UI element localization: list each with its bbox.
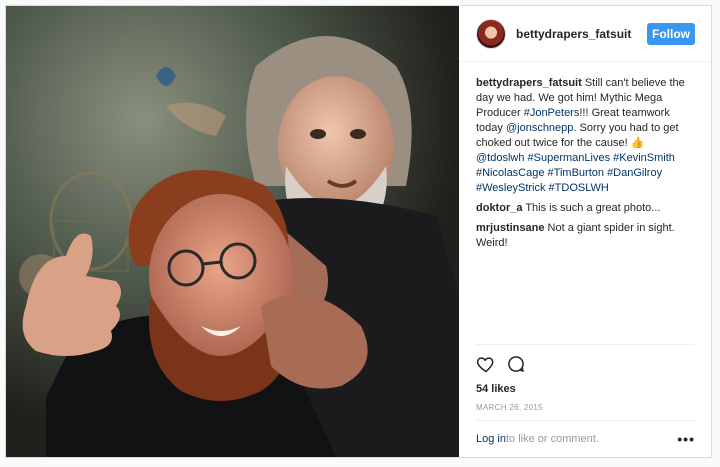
hashtag-timburton[interactable]: #TimBurton <box>548 167 604 179</box>
mention-tdoslwh[interactable]: @tdoslwh <box>476 152 524 164</box>
login-row: Log in to like or comment. ••• <box>476 420 695 457</box>
hashtag-tdoslwh[interactable]: #TDOSLWH <box>549 182 609 194</box>
hashtag-jonpeters[interactable]: #JonPeters <box>524 107 580 119</box>
comment: doktor_a This is such a great photo... <box>476 201 695 216</box>
comment: mrjustinsane Not a giant spider in sight… <box>476 221 695 251</box>
caption: bettydrapers_fatsuit Still can't believe… <box>476 76 695 196</box>
hashtag-nicolascage[interactable]: #NicolasCage <box>476 167 544 179</box>
heart-icon[interactable] <box>476 354 496 374</box>
hashtag-dangilroy[interactable]: #DanGilroy <box>607 167 662 179</box>
hashtag-wesleystrick[interactable]: #WesleyStrick <box>476 182 545 194</box>
like-count[interactable]: 54 likes <box>476 383 695 395</box>
post-header: bettydrapers_fatsuit Follow <box>459 6 711 62</box>
follow-button[interactable]: Follow <box>647 22 695 45</box>
user-avatar[interactable] <box>476 18 506 49</box>
action-icons <box>476 353 695 375</box>
post-date[interactable]: MARCH 26, 2015 <box>476 403 695 412</box>
comment-icon[interactable] <box>506 354 526 374</box>
hashtag-kevinsmith[interactable]: #KevinSmith <box>613 152 675 164</box>
post-photo[interactable] <box>6 6 459 457</box>
comment-author[interactable]: mrjustinsane <box>476 222 544 234</box>
mention-jonschnepp[interactable]: @jonschnepp <box>506 122 573 134</box>
more-options-icon[interactable]: ••• <box>677 432 695 446</box>
post-sidebar: bettydrapers_fatsuit Follow bettydrapers… <box>459 6 711 457</box>
hashtag-supermanlives[interactable]: #SupermanLives <box>528 152 611 164</box>
login-link[interactable]: Log in <box>476 433 506 445</box>
post-actions: 54 likes MARCH 26, 2015 <box>476 344 695 420</box>
header-username[interactable]: bettydrapers_fatsuit <box>516 27 647 41</box>
instagram-embed: bettydrapers_fatsuit Follow bettydrapers… <box>5 5 712 458</box>
comment-author[interactable]: doktor_a <box>476 202 522 214</box>
caption-author[interactable]: bettydrapers_fatsuit <box>476 77 582 89</box>
post-photo-illustration <box>6 6 459 457</box>
login-text: to like or comment. <box>505 433 599 445</box>
comment-text: This is such a great photo... <box>522 202 661 214</box>
comments-section: bettydrapers_fatsuit Still can't believe… <box>459 62 711 344</box>
